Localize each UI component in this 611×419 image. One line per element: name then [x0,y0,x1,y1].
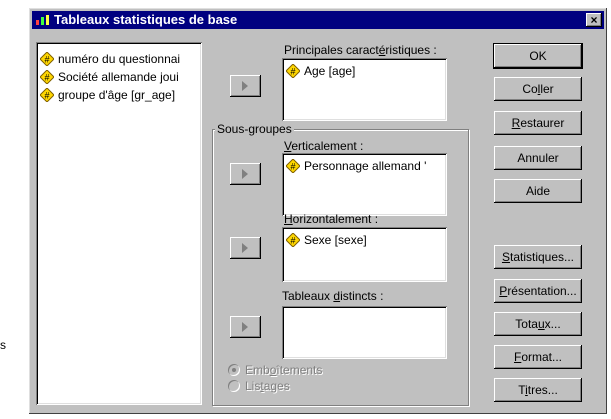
reset-button[interactable]: Restaurer [494,111,582,135]
listing-radio[interactable] [228,380,240,392]
nesting-label-post: îtements [276,363,323,377]
main-label-post: ristiques : [385,43,437,57]
paste-label-post: ler [540,82,554,96]
help-button[interactable]: Aide [494,179,582,203]
help-label: Aide [525,184,551,198]
vertical-label: Verticalement : [284,139,363,153]
arrow-right-icon [242,322,248,332]
arrow-right-icon [242,81,248,91]
horizontal-variable-list[interactable]: # Sexe [sexe] [282,227,447,282]
vertical-label-post: erticalement : [291,139,364,153]
numeric-variable-icon: # [286,233,300,247]
list-item-label: groupe d'âge [gr_age] [58,88,176,102]
svg-text:#: # [290,67,295,77]
list-item[interactable]: # Société allemande joui [40,68,179,86]
nesting-label-pre: Emb [245,363,270,377]
main-label-pre: Principales caract [284,43,379,57]
cancel-button[interactable]: Annuler [494,146,582,170]
presentation-button[interactable]: Présentation... [494,279,582,303]
arrow-right-icon [242,243,248,253]
nesting-label: Emboîtements [245,363,322,377]
numeric-variable-icon: # [40,70,54,84]
list-item-label: Société allemande joui [58,70,179,84]
numeric-variable-icon: # [286,64,300,78]
background-text-fragment: s [0,338,6,352]
list-item[interactable]: # groupe d'âge [gr_age] [40,86,175,104]
list-item-label: Age [age] [304,64,356,78]
format-button[interactable]: Format... [494,345,582,369]
move-to-main-button[interactable] [230,75,261,97]
statistics-button[interactable]: Statistiques... [494,245,582,269]
list-item[interactable]: # Age [age] [286,62,355,80]
distinct-label-pre: Tableaux [282,289,334,303]
distinct-label-post: istincts : [340,289,384,303]
paste-label-pre: Co [522,82,538,96]
list-item[interactable]: # Personnage allemand ' [286,157,426,175]
arrow-right-icon [242,169,248,179]
svg-text:#: # [44,73,49,83]
ok-button[interactable]: OK [494,44,582,68]
numeric-variable-icon: # [40,52,54,66]
horizontal-label-post: orizontalement : [292,212,379,226]
horizontal-label: Horizontalement : [284,212,378,226]
distinct-variable-list[interactable] [282,306,447,359]
move-to-vertical-button[interactable] [230,163,261,185]
radio-selected-dot [232,368,236,372]
totals-button[interactable]: Totaux... [494,312,582,336]
numeric-variable-icon: # [40,88,54,102]
source-variable-list[interactable]: # numéro du questionnai # Société allemand… [36,42,202,405]
main-variable-list[interactable]: # Age [age] [282,58,447,121]
move-to-distinct-button[interactable] [230,316,261,338]
svg-text:#: # [44,55,49,65]
totals-label-pre: Tota [515,317,538,331]
listing-label: Listages [245,379,290,393]
vertical-variable-list[interactable]: # Personnage allemand ' [282,153,447,216]
listing-label-post: ages [263,379,290,393]
move-to-horizontal-button[interactable] [230,237,261,259]
list-item-label: Sexe [sexe] [304,233,367,247]
list-item-label: numéro du questionnai [58,52,181,66]
titles-button[interactable]: Titres... [494,378,582,402]
horizontal-label-mnemonic: H [284,212,293,226]
window-title: Tableaux statistiques de base [54,12,238,27]
statistics-label-post: tatistiques... [509,250,575,264]
nesting-radio[interactable] [228,364,240,376]
svg-text:#: # [44,91,49,101]
cancel-label: Annuler [517,151,559,165]
presentation-label-post: résentation... [507,284,577,298]
totals-label-mnemonic: u [537,317,545,331]
paste-button[interactable]: Coller [494,77,582,101]
svg-text:#: # [290,162,295,172]
svg-text:#: # [290,236,295,246]
statistics-label-mnemonic: S [501,250,510,264]
list-item-label: Personnage allemand ' [304,159,427,173]
distinct-label: Tableaux distincts : [282,289,383,303]
totals-label-post: x... [544,317,561,331]
titles-label-post: tres... [527,383,558,397]
main-label: Principales caractéristiques : [284,43,437,57]
listing-label-pre: Lis [245,379,261,393]
list-item[interactable]: # numéro du questionnai [40,50,180,68]
close-button[interactable]: × [586,13,602,27]
reset-label-mnemonic: R [511,116,521,130]
close-icon: × [590,13,598,27]
crosstab-dialog: Tableaux statistiques de base × # numéro … [29,8,607,414]
numeric-variable-icon: # [286,159,300,173]
subgroups-legend: Sous-groupes [215,122,294,136]
reset-label-post: estaurer [520,116,565,130]
list-item[interactable]: # Sexe [sexe] [286,231,367,249]
title-bar[interactable]: Tableaux statistiques de base × [32,11,604,29]
format-label-post: ormat... [521,350,563,364]
ok-label: OK [529,49,547,63]
app-icon [36,15,49,25]
